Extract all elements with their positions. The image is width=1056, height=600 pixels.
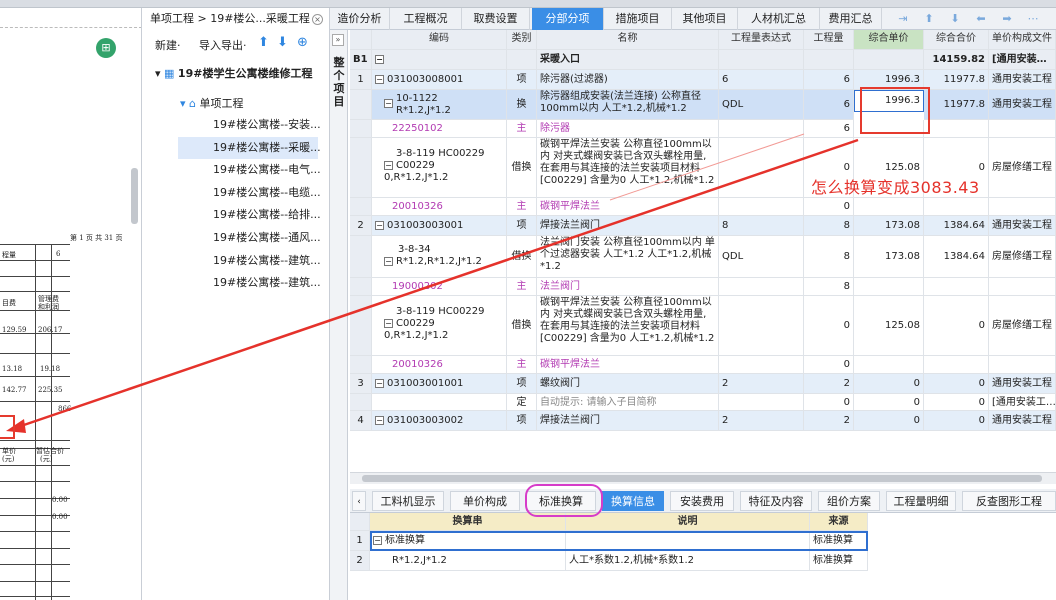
highlight-box-preview (0, 415, 15, 439)
red-arrow-line (17, 138, 859, 429)
highlight-oval-tab (525, 484, 603, 517)
red-thin-line (609, 133, 805, 201)
annotation-question: 怎么换算变成3083.43 (811, 178, 980, 197)
highlight-box-price (860, 87, 930, 134)
